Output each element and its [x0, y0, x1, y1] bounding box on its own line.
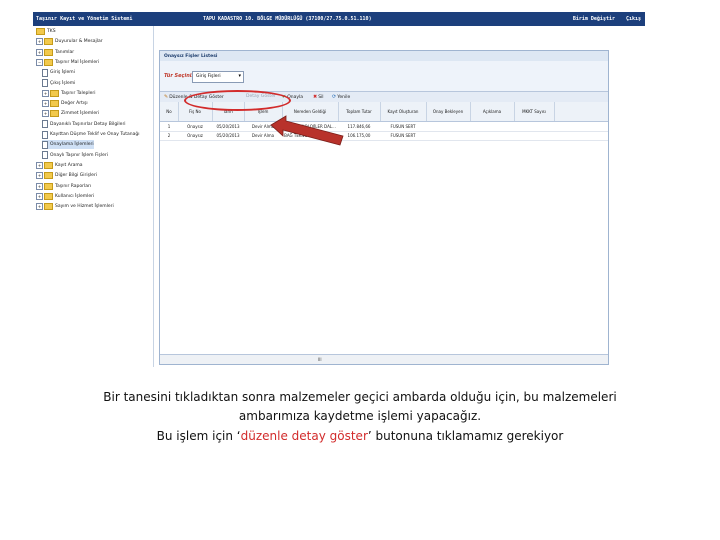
screenshot-frame: Taşınır Kayıt ve Yönetim Sistemi TAPU KA…: [33, 12, 645, 367]
caption-line-1: Bir tanesini tıkladıktan sonra malzemele…: [103, 390, 617, 404]
caption-line-3: Bu işlem için ‘düzenle detay göster’ but…: [0, 429, 720, 443]
caption-text: Bu işlem için ‘: [156, 429, 241, 443]
arrow-shape: [270, 115, 344, 146]
pointer-arrow: [270, 115, 344, 146]
caption-line-2: ambarımıza kaydetme işlemi yapacağız.: [238, 409, 482, 423]
caption-highlight: düzenle detay göster: [240, 429, 368, 443]
caption-text-end: ’ butonuna tıklamamız gerekiyor: [367, 429, 564, 443]
